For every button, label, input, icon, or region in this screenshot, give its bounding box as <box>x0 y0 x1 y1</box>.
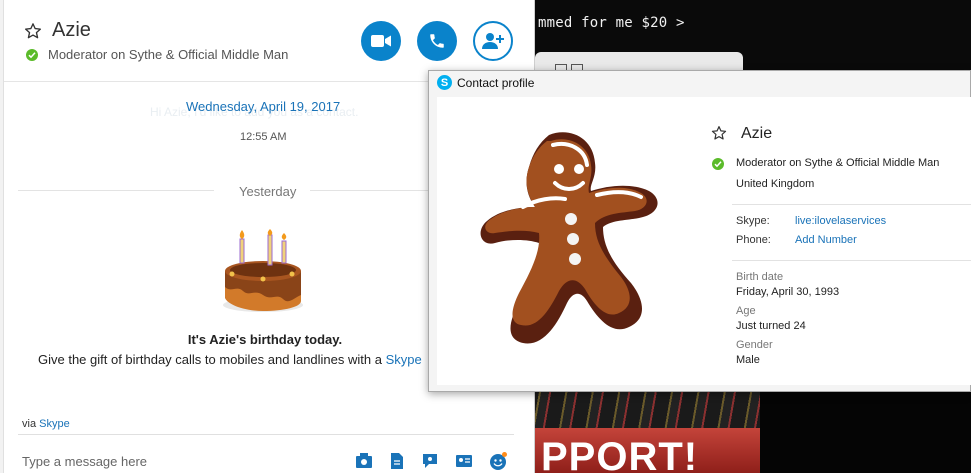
background-banner: PPORT! <box>535 428 760 473</box>
profile-name: Azie <box>741 125 773 142</box>
video-call-button[interactable] <box>361 21 401 61</box>
gender-value: Male <box>736 354 760 366</box>
age-label: Age <box>736 305 756 317</box>
online-status-icon <box>26 49 38 61</box>
video-message-icon[interactable] <box>421 452 439 470</box>
via-prefix: via <box>22 418 37 430</box>
background-banner-text: PPORT! <box>541 435 699 473</box>
emoticon-icon[interactable] <box>489 452 507 470</box>
skype-logo-icon: S <box>437 75 452 90</box>
birth-date-label: Birth date <box>736 271 784 283</box>
phone-label: Phone: <box>736 234 771 246</box>
contact-profile-window: S Contact profile Azie Moderator on Syth… <box>428 70 971 392</box>
profile-favorite-star-icon[interactable] <box>711 125 727 141</box>
skype-id-link[interactable]: live:ilovelaservices <box>795 215 886 227</box>
profile-avatar <box>480 132 658 344</box>
birthday-message: Give the gift of birthday calls to mobil… <box>38 352 422 367</box>
contact-mood: Moderator on Sythe & Official Middle Man <box>48 47 289 62</box>
add-people-button[interactable] <box>473 21 513 61</box>
composer-divider <box>18 434 514 435</box>
send-contact-icon[interactable] <box>455 452 473 470</box>
profile-divider-2 <box>732 260 971 261</box>
send-media-icon[interactable] <box>355 452 373 470</box>
contact-name[interactable]: Azie <box>52 19 91 42</box>
skype-id-label: Skype: <box>736 215 770 227</box>
add-number-link[interactable]: Add Number <box>795 234 857 246</box>
phone-icon <box>430 34 444 48</box>
gender-label: Gender <box>736 339 773 351</box>
profile-country: United Kingdom <box>736 178 815 190</box>
profile-window-title: Contact profile <box>457 76 535 90</box>
message-input[interactable]: Type a message here <box>22 454 147 469</box>
profile-online-status-icon <box>712 158 724 170</box>
profile-body: Azie Moderator on Sythe & Official Middl… <box>437 97 971 385</box>
profile-title-bar[interactable]: S Contact profile <box>429 71 970 95</box>
message-time: 12:55 AM <box>240 131 287 143</box>
via-skype: via Skype <box>22 418 70 430</box>
birthday-skype-link[interactable]: Skype <box>386 352 422 367</box>
separator-line-left <box>18 190 214 191</box>
age-value: Just turned 24 <box>736 320 806 332</box>
profile-mood: Moderator on Sythe & Official Middle Man <box>736 157 940 169</box>
birthday-cake-icon <box>223 229 303 312</box>
birthday-message-text: Give the gift of birthday calls to mobil… <box>38 352 382 367</box>
birth-date-value: Friday, April 30, 1993 <box>736 286 840 298</box>
via-skype-link[interactable]: Skype <box>39 418 70 430</box>
profile-divider <box>732 204 971 205</box>
background-dark-area <box>760 380 971 473</box>
favorite-star-icon[interactable] <box>24 22 42 40</box>
send-file-icon[interactable] <box>388 452 406 470</box>
conversation-date-link[interactable]: Wednesday, April 19, 2017 <box>186 99 340 114</box>
add-person-icon <box>482 33 504 49</box>
background-promo-text: mmed for me $20 > <box>538 15 685 31</box>
video-camera-icon <box>371 35 391 47</box>
day-separator-label: Yesterday <box>235 184 301 199</box>
audio-call-button[interactable] <box>417 21 457 61</box>
